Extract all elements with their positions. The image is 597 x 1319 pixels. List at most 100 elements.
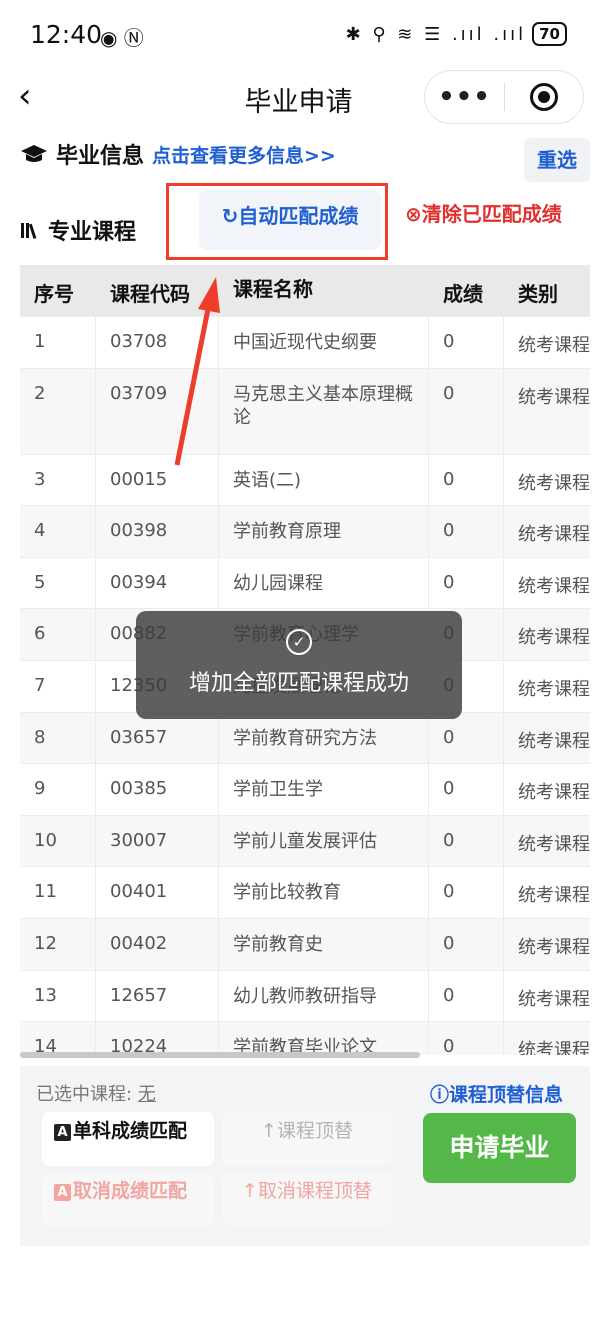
check-circle-icon: ✓ — [286, 629, 312, 655]
selected-course-value: 无 — [137, 1084, 156, 1105]
table-row[interactable]: 12 00402 学前教育史 0 统考课程 — [20, 918, 590, 971]
cell-name: 学前教育毕业论文 — [219, 1022, 429, 1055]
cell-code: 30007 — [96, 815, 219, 867]
cancel-score-match-button[interactable]: A 取消成绩匹配 — [42, 1172, 214, 1226]
cell-no: 7 — [20, 660, 96, 712]
selected-course-label: 已选中课程: 无 — [36, 1080, 156, 1106]
close-miniprogram-icon[interactable] — [505, 83, 583, 111]
table-row[interactable]: 5 00394 幼儿园课程 0 统考课程 — [20, 557, 590, 610]
cell-name: 学前教育原理 — [219, 506, 429, 557]
cell-no: 14 — [20, 1022, 96, 1055]
nav-bar: ‹ 毕业申请 ••• — [0, 70, 597, 124]
single-score-match-button[interactable]: A 单科成绩匹配 — [42, 1112, 214, 1166]
annotation-highlight-box — [166, 183, 388, 260]
cancel-course-substitute-button[interactable]: ↑取消课程顶替 — [222, 1172, 392, 1226]
cell-code: 00385 — [96, 764, 219, 815]
cell-no: 2 — [20, 368, 96, 454]
system-icons: ✱ ⚲ ≋ ☰ .ııl .ııl 70 — [346, 22, 567, 46]
table-row[interactable]: 14 10224 学前教育毕业论文 0 统考课程 — [20, 1022, 590, 1055]
more-icon[interactable]: ••• — [425, 70, 504, 124]
cell-no: 9 — [20, 764, 96, 815]
cell-score: 0 — [429, 506, 504, 557]
cell-name: 幼儿园课程 — [219, 557, 429, 609]
status-bar: 12:40 ◉ Ⓝ ✱ ⚲ ≋ ☰ .ııl .ııl 70 — [0, 0, 597, 70]
cell-type: 统考课程 — [518, 678, 590, 700]
major-courses-title: 专业课程 — [48, 220, 137, 245]
cell-name: 马克思主义基本原理概论 — [219, 368, 429, 454]
battery-icon: 70 — [532, 22, 567, 46]
cell-name: 中国近现代史纲要 — [219, 317, 429, 368]
graduation-info-title: 毕业信息 — [56, 144, 145, 169]
cell-type: 统考课程 — [518, 472, 590, 494]
box-a-icon: A — [54, 1124, 71, 1141]
cell-type: 统考课程 — [518, 936, 590, 958]
box-a-icon: A — [54, 1184, 71, 1201]
cell-name: 学前教育研究方法 — [219, 712, 429, 764]
table-row[interactable]: 3 00015 英语(二) 0 统考课程 — [20, 454, 590, 507]
books-icon — [21, 223, 37, 239]
cell-type: 统考课程 — [518, 782, 590, 804]
table-row[interactable]: 2 03709 马克思主义基本原理概论 0 统考课程 — [20, 368, 590, 455]
cell-code: 00398 — [96, 506, 219, 557]
single-score-match-label: 单科成绩匹配 — [73, 1120, 188, 1142]
table-row[interactable]: 8 03657 学前教育研究方法 0 统考课程 — [20, 712, 590, 765]
more-info-link[interactable]: 点击查看更多信息>> — [152, 141, 336, 168]
table-row[interactable]: 13 12657 幼儿教师教研指导 0 统考课程 — [20, 970, 590, 1023]
cell-name: 幼儿教师教研指导 — [219, 970, 429, 1022]
reselect-button[interactable]: 重选 — [524, 138, 590, 182]
cell-no: 12 — [20, 918, 96, 970]
cell-code: 00401 — [96, 867, 219, 918]
cell-name: 学前卫生学 — [219, 764, 429, 815]
header-no: 序号 — [20, 265, 96, 316]
notification-icons: ◉ Ⓝ — [100, 26, 144, 50]
signal-icons: ✱ ⚲ ≋ ☰ .ııl .ııl — [345, 23, 527, 45]
header-type: 类别 — [518, 282, 558, 306]
cell-score: 0 — [429, 970, 504, 1022]
graduation-cap-icon — [21, 145, 47, 162]
table-row[interactable]: 1 03708 中国近现代史纲要 0 统考课程 — [20, 317, 590, 369]
cell-name: 英语(二) — [219, 454, 429, 506]
course-substitute-button[interactable]: ↑课程顶替 — [222, 1112, 392, 1166]
cell-score: 0 — [429, 918, 504, 970]
cell-no: 5 — [20, 557, 96, 609]
header-name: 课程名称 — [219, 265, 429, 316]
header-score: 成绩 — [429, 265, 504, 316]
annotation-arrow-icon — [174, 277, 220, 466]
cell-no: 3 — [20, 454, 96, 506]
cell-score: 0 — [429, 867, 504, 918]
clear-matched-button[interactable]: ⊗清除已匹配成绩 — [405, 198, 562, 227]
table-row[interactable]: 4 00398 学前教育原理 0 统考课程 — [20, 506, 590, 558]
cell-name: 学前比较教育 — [219, 867, 429, 918]
cell-score: 0 — [429, 764, 504, 815]
table-row[interactable]: 11 00401 学前比较教育 0 统考课程 — [20, 867, 590, 919]
toast-message: 增加全部匹配课程成功 — [188, 671, 409, 696]
cell-no: 13 — [20, 970, 96, 1022]
cell-code: 00402 — [96, 918, 219, 970]
cell-code: 00394 — [96, 557, 219, 609]
cancel-score-match-label: 取消成绩匹配 — [73, 1180, 188, 1202]
substitute-info-link[interactable]: ⓘ课程顶替信息 — [430, 1080, 563, 1107]
table-header: 序号 课程代码 课程名称 成绩 类别 — [20, 265, 590, 317]
cell-score: 0 — [429, 454, 504, 506]
cell-no: 11 — [20, 867, 96, 918]
horizontal-scrollbar[interactable] — [20, 1052, 420, 1058]
status-time: 12:40 — [30, 20, 103, 49]
cell-code: 10224 — [96, 1022, 219, 1055]
table-row[interactable]: 10 30007 学前儿童发展评估 0 统考课程 — [20, 815, 590, 868]
major-courses-header: 专业课程 — [20, 214, 136, 246]
apply-graduation-button[interactable]: 申请毕业 — [423, 1113, 576, 1183]
cell-type: 统考课程 — [518, 988, 590, 1010]
cell-no: 1 — [20, 317, 96, 368]
cell-score: 0 — [429, 712, 504, 764]
cell-type: 统考课程 — [518, 575, 590, 597]
table-row[interactable]: 9 00385 学前卫生学 0 统考课程 — [20, 764, 590, 816]
cell-score: 0 — [429, 557, 504, 609]
cell-type: 统考课程 — [518, 1040, 590, 1055]
success-toast: ✓ 增加全部匹配课程成功 — [136, 611, 462, 719]
cell-name: 学前教育史 — [219, 918, 429, 970]
cell-score: 0 — [429, 368, 504, 454]
cell-no: 10 — [20, 815, 96, 867]
cell-score: 0 — [429, 815, 504, 867]
cell-type: 统考课程 — [518, 335, 590, 356]
cell-type: 统考课程 — [518, 524, 590, 546]
